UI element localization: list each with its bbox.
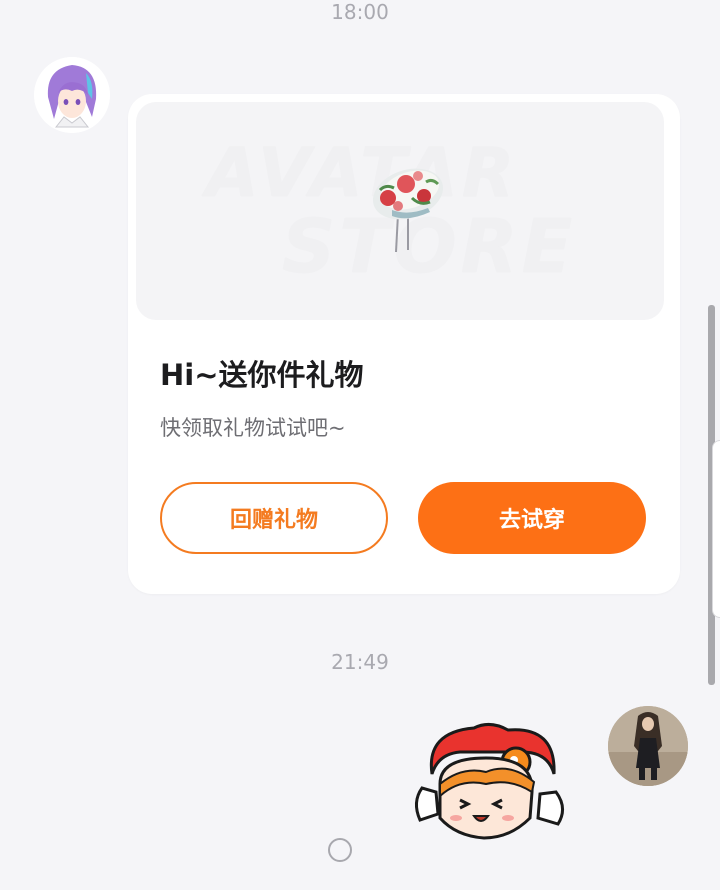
cartoon-girl-sticker-icon[interactable] [410,722,568,850]
user-photo-icon [608,706,688,786]
card-title: Hi~送你件礼物 [160,358,364,392]
receiver-avatar[interactable] [608,706,688,786]
circle-home-icon[interactable] [328,838,352,862]
timestamp: 18:00 [331,0,389,24]
edge-side-tab[interactable] [712,440,720,618]
anime-boy-avatar-icon [34,57,110,133]
floral-hat-icon [372,168,444,253]
gift-card[interactable]: AVATAR STORE Hi~送你件礼物 快领取礼物试试吧~ 回赠礼物 去试穿 [128,94,680,594]
gift-banner: AVATAR STORE [136,102,664,320]
try-on-button[interactable]: 去试穿 [418,482,646,554]
timestamp: 21:49 [331,650,389,674]
sender-avatar[interactable] [34,57,110,133]
card-subtitle: 快领取礼物试试吧~ [160,416,346,440]
banner-watermark-avatar: AVATAR [206,134,519,213]
return-gift-button[interactable]: 回赠礼物 [160,482,388,554]
